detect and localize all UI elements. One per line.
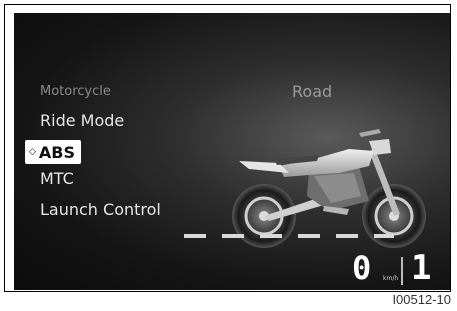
speed-unit: km/h (383, 275, 399, 282)
gear-indicator: 1 (411, 248, 432, 288)
motorcycle-image (232, 129, 426, 248)
menu-item-mtc[interactable]: MTC (40, 169, 74, 188)
menu-header: Motorcycle (40, 84, 111, 99)
dashboard-display: Motorcycle Road Ride Mode ◇ ABS MTC Laun… (14, 13, 450, 290)
speed-value: 0 (352, 249, 372, 287)
menu-item-launch-control[interactable]: Launch Control (40, 200, 161, 219)
menu-item-abs-label: ABS (38, 142, 76, 162)
image-reference: I00512-10 (392, 292, 451, 307)
selection-arrow-icon: ◇ (29, 147, 36, 157)
track-dashes (184, 234, 394, 238)
menu-item-abs[interactable]: ◇ ABS (25, 140, 82, 164)
ride-mode-value: Road (292, 82, 333, 101)
divider (401, 257, 403, 285)
menu-item-ride-mode[interactable]: Ride Mode (40, 111, 124, 130)
